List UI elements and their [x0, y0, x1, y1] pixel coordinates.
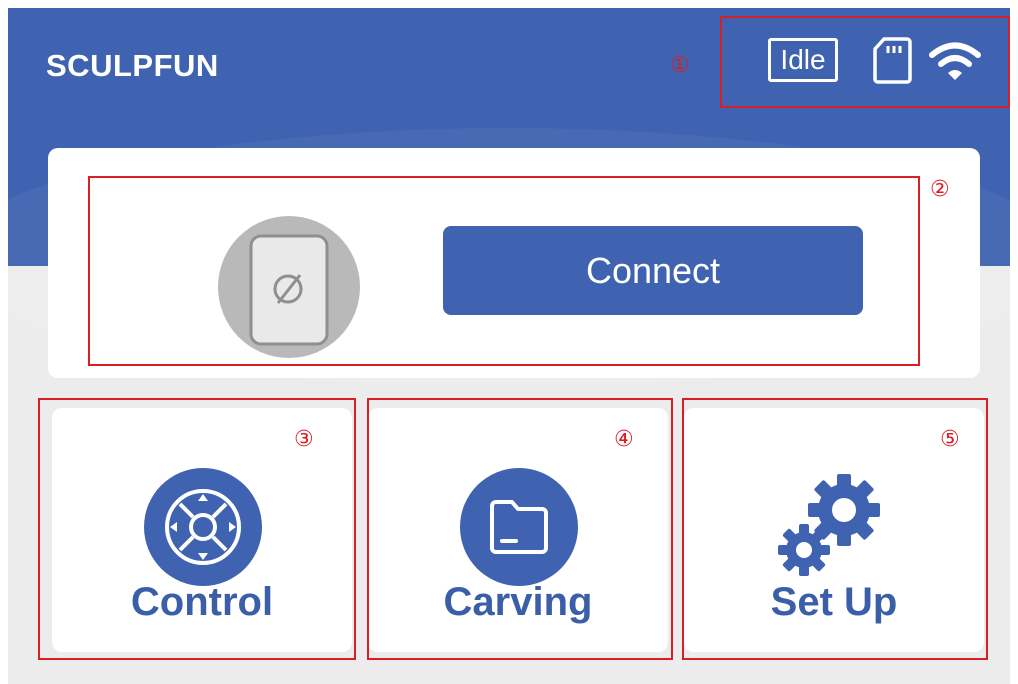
app-screen: SCULPFUN Idle Connect Control Carving Se… — [8, 8, 1010, 684]
annotation-number-4: ④ — [614, 426, 634, 451]
annotation-number-5: ⑤ — [940, 426, 960, 451]
annotation-box-1 — [720, 16, 1010, 108]
annotation-box-2 — [88, 176, 920, 366]
annotation-number-3: ③ — [294, 426, 314, 451]
app-title: SCULPFUN — [46, 48, 219, 83]
annotation-number-2: ② — [930, 176, 950, 201]
annotation-number-1: ① — [670, 52, 690, 77]
